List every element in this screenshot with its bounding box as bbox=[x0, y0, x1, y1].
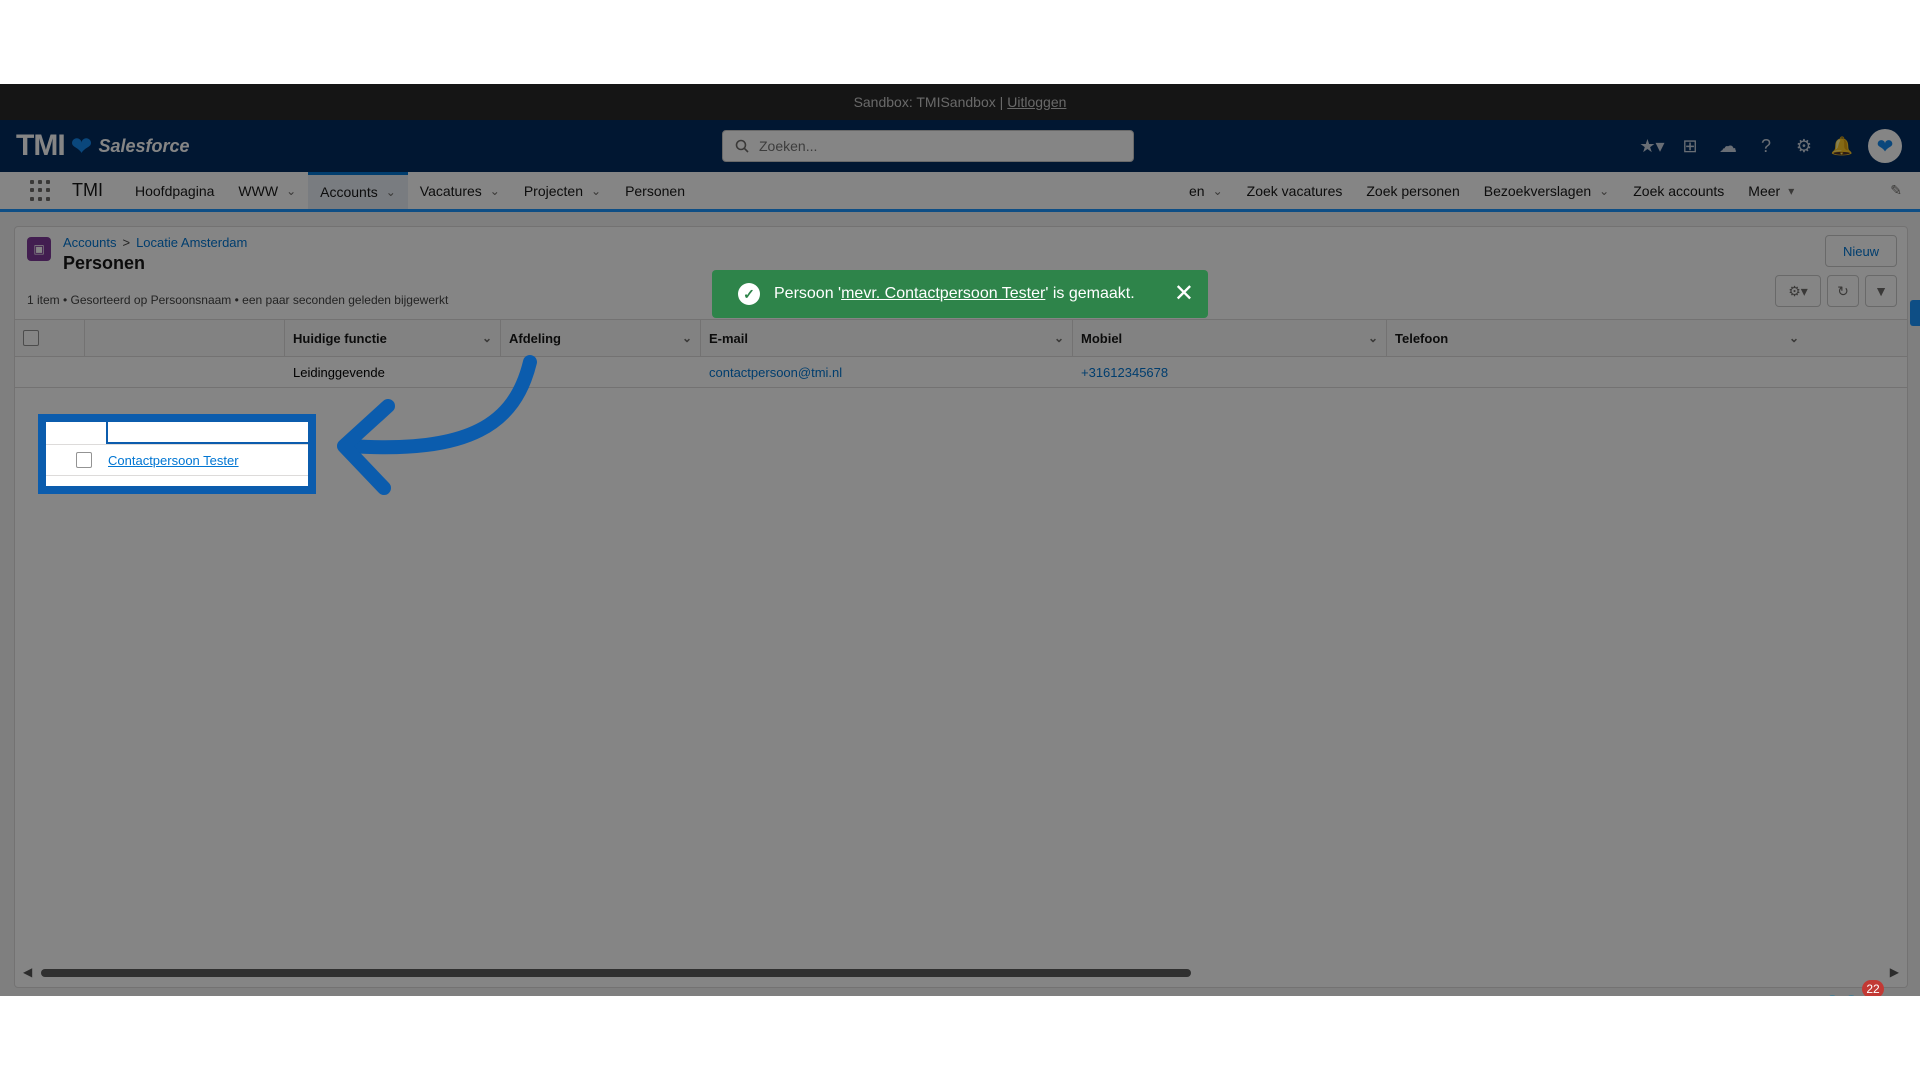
highlight-row: Contactpersoon Tester bbox=[46, 445, 308, 476]
toast-prefix: Persoon ' bbox=[774, 285, 842, 302]
close-icon[interactable]: ✕ bbox=[1174, 280, 1194, 308]
highlight-name-header bbox=[106, 422, 312, 444]
toast-record-link[interactable]: mevr. Contactpersoon Tester bbox=[841, 285, 1045, 303]
success-toast: ✓ Persoon ' mevr. Contactpersoon Tester … bbox=[712, 270, 1208, 318]
person-name-link[interactable]: Contactpersoon Tester bbox=[108, 453, 239, 468]
pointer-arrow-icon bbox=[337, 355, 537, 495]
toast-suffix: ' is gemaakt. bbox=[1045, 285, 1135, 302]
highlight-box: Contactpersoon Tester bbox=[38, 414, 316, 494]
notification-badge: 22 bbox=[1862, 980, 1884, 996]
dim-overlay bbox=[0, 84, 1920, 996]
success-check-icon: ✓ bbox=[738, 283, 760, 305]
row-checkbox[interactable] bbox=[76, 452, 92, 468]
heart-icon: ❤ bbox=[1820, 984, 1864, 996]
floating-widget[interactable]: ❤ + 22 bbox=[1820, 980, 1884, 996]
app-frame: Sandbox: TMISandbox | Uitloggen TMI ❤ Sa… bbox=[0, 84, 1920, 996]
